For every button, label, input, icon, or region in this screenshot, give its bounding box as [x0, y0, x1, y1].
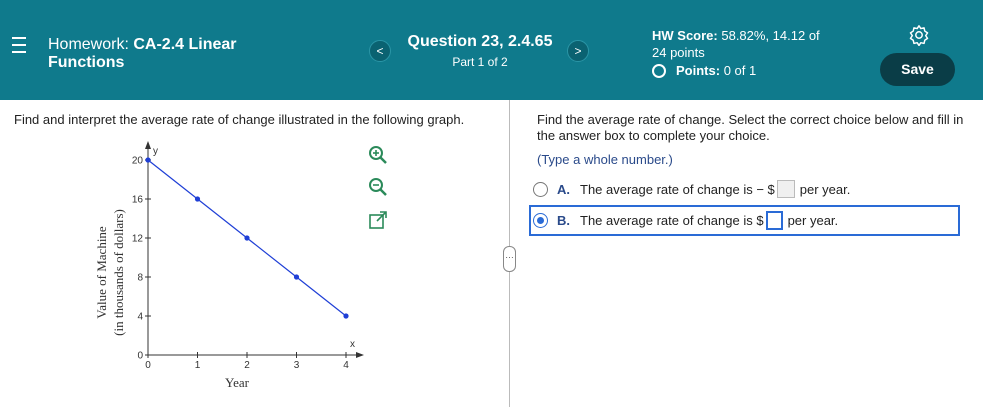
- data-point: [244, 235, 250, 241]
- choice-a-answer-box[interactable]: [776, 180, 795, 198]
- choice-a-radio[interactable]: [533, 181, 548, 197]
- zoom-out-icon[interactable]: [368, 177, 388, 197]
- next-question-button[interactable]: >: [567, 40, 589, 62]
- choice-a[interactable]: A. The average rate of change is − $ per…: [533, 180, 850, 198]
- settings-gear-icon[interactable]: [908, 24, 930, 46]
- data-point: [194, 196, 201, 202]
- x-tick-label: 4: [343, 360, 349, 371]
- choice-b-radio[interactable]: [533, 213, 548, 228]
- choice-b-suffix: per year.: [787, 213, 839, 228]
- data-point: [293, 274, 300, 280]
- homework-label: Homework:: [48, 36, 129, 53]
- x-axis-letter: x: [350, 339, 355, 350]
- answer-instructions: Find the average rate of change. Select …: [537, 112, 964, 143]
- panel-resize-handle[interactable]: …: [503, 246, 516, 272]
- choice-a-letter: A.: [557, 181, 570, 197]
- y-tick-label: 20: [132, 156, 144, 167]
- x-tick-label: 3: [294, 360, 300, 371]
- points-value: 0 of 1: [723, 63, 757, 78]
- points-row: Points: 0 of 1: [652, 63, 756, 78]
- x-axis-arrow: [356, 352, 364, 358]
- y-tick-label: 12: [132, 234, 144, 245]
- menu-icon[interactable]: [12, 37, 26, 53]
- choice-a-text: The average rate of change is − $: [580, 181, 775, 197]
- x-axis-label: Year: [225, 375, 250, 390]
- choice-b-text: The average rate of change is $: [580, 213, 764, 228]
- x-tick-label: 1: [195, 360, 201, 371]
- homework-name-line1: CA-2.4 Linear: [133, 36, 237, 53]
- popout-icon[interactable]: [368, 210, 388, 230]
- answer-hint: (Type a whole number.): [537, 152, 673, 167]
- previous-question-button[interactable]: <: [369, 40, 391, 62]
- y-tick-label: 8: [137, 273, 143, 284]
- y-tick-label: 0: [137, 351, 143, 362]
- points-status-icon: [652, 63, 666, 78]
- score-total: 24 points: [652, 45, 705, 60]
- zoom-in-icon[interactable]: [368, 145, 388, 165]
- choice-b[interactable]: B. The average rate of change is $ per y…: [533, 211, 838, 230]
- save-button[interactable]: Save: [880, 53, 955, 86]
- y-axis-letter: y: [153, 146, 158, 157]
- homework-name-line2: Functions: [48, 54, 125, 71]
- x-tick-label: 0: [145, 360, 151, 371]
- x-tick-label: 2: [244, 360, 250, 371]
- header-bar: Homework: CA-2.4 Linear Functions < Ques…: [0, 0, 983, 100]
- y-tick-label: 4: [137, 312, 143, 323]
- line-chart: xy0 1 2 3 4048121620YearValue of Machine (in …: [94, 141, 364, 390]
- data-point: [145, 157, 151, 163]
- y-axis-label-line1: Value of Machine: [94, 226, 109, 319]
- points-label: Points:: [676, 63, 721, 78]
- choice-a-suffix: per year.: [799, 181, 851, 197]
- homework-title: Homework: CA-2.4 Linear Functions: [48, 36, 288, 72]
- choice-b-letter: B.: [557, 213, 570, 228]
- score-value: 58.82%, 14.12 of: [721, 28, 820, 43]
- question-prompt: Find and interpret the average rate of c…: [14, 112, 465, 127]
- data-point: [343, 313, 349, 319]
- question-title: Question 23, 2.4.65: [407, 33, 553, 50]
- question-part: Part 1 of 2: [452, 55, 508, 69]
- y-tick-label: 16: [132, 195, 144, 206]
- y-axis-arrow: [145, 141, 151, 149]
- choice-b-answer-box[interactable]: [765, 211, 783, 230]
- score-label: HW Score:: [652, 28, 718, 43]
- y-axis-label-line2: (in thousands of dollars): [111, 209, 126, 336]
- hw-score: HW Score: 58.82%, 14.12 of 24 points: [652, 27, 852, 61]
